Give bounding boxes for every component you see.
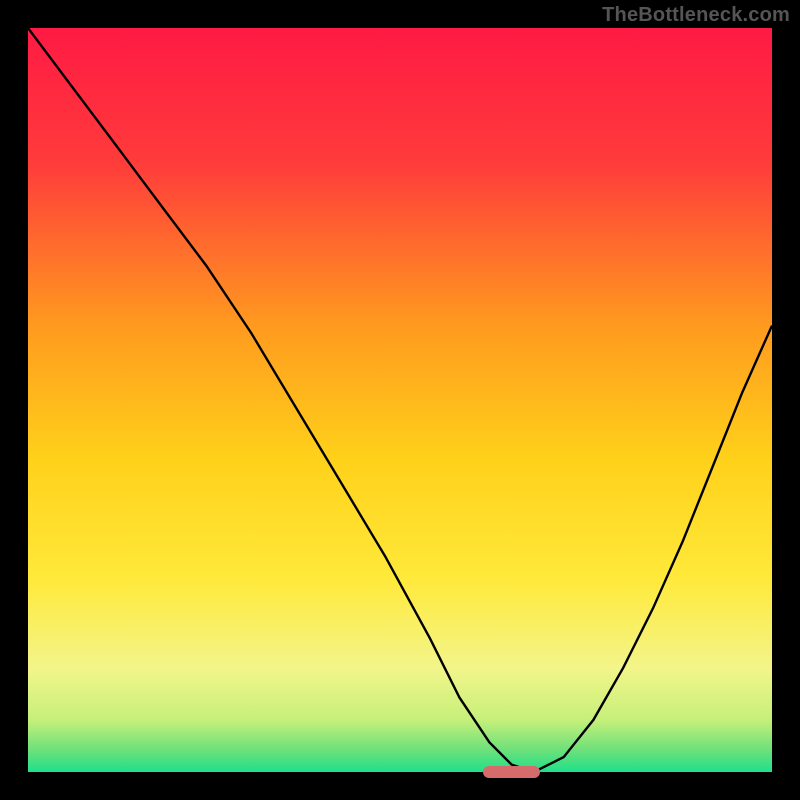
- chart-frame: TheBottleneck.com: [0, 0, 800, 800]
- minimum-marker: [483, 766, 540, 778]
- watermark-text: TheBottleneck.com: [602, 4, 790, 27]
- bottleneck-curve: [28, 28, 772, 772]
- plot-area: [28, 28, 772, 772]
- curve-path: [28, 28, 772, 772]
